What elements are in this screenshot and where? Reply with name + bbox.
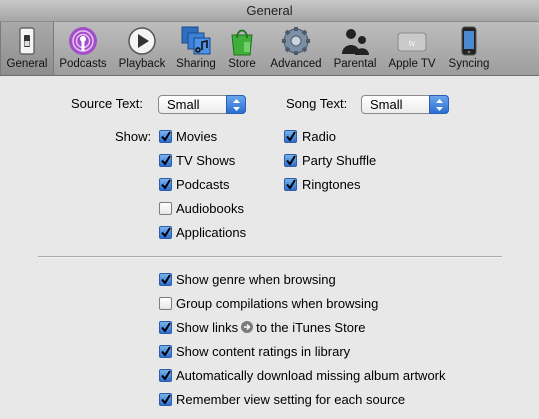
general-switch-icon <box>19 27 35 55</box>
svg-text:tv: tv <box>409 39 415 48</box>
content-ratings-checkbox[interactable] <box>159 345 172 358</box>
apple-tv-icon: tv <box>397 32 427 52</box>
source-text-value: Small <box>167 97 200 112</box>
tab-parental[interactable]: Parental <box>329 22 381 75</box>
applications-checkbox[interactable] <box>159 226 172 239</box>
show-links-checkbox[interactable] <box>159 321 172 334</box>
sharing-icon <box>181 26 211 55</box>
tab-general[interactable]: General <box>0 22 54 75</box>
tab-general-label: General <box>6 58 48 70</box>
ringtones-label: Ringtones <box>302 177 361 192</box>
source-text-label: Source Text: <box>71 96 144 111</box>
tv-shows-checkbox[interactable] <box>159 154 172 167</box>
song-text-value: Small <box>370 97 403 112</box>
podcasts-checkbox[interactable] <box>159 178 172 191</box>
remember-view-checkbox[interactable] <box>159 393 172 406</box>
song-text-label: Song Text: <box>286 96 348 111</box>
store-bag-icon <box>231 29 253 56</box>
content-ratings-label: Show content ratings in library <box>176 344 351 359</box>
tab-advanced[interactable]: Advanced <box>265 22 327 75</box>
itunes-store-text: to the iTunes Store <box>256 320 366 335</box>
movies-label: Movies <box>176 129 218 144</box>
arrow-link-icon <box>241 321 254 333</box>
applications-label: Applications <box>176 225 247 240</box>
tab-store-label: Store <box>228 58 256 70</box>
iphone-icon <box>461 26 477 56</box>
gear-icon <box>282 27 310 55</box>
tab-syncing[interactable]: Syncing <box>443 22 495 75</box>
song-text-popup[interactable]: Small <box>361 95 449 114</box>
preferences-toolbar: General Podcasts Playback Sharing Store … <box>0 22 539 76</box>
show-links-label: Show links to the iTunes Store <box>176 320 366 335</box>
tab-store[interactable]: Store <box>221 22 263 75</box>
source-text-popup[interactable]: Small <box>158 95 246 114</box>
download-artwork-label: Automatically download missing album art… <box>176 368 446 383</box>
radio-checkbox[interactable] <box>284 130 297 143</box>
show-genre-label: Show genre when browsing <box>176 272 336 287</box>
tab-sharing-label: Sharing <box>176 58 216 70</box>
popup-arrows-icon <box>429 95 449 114</box>
remember-view-label: Remember view setting for each source <box>176 392 406 407</box>
movies-checkbox[interactable] <box>159 130 172 143</box>
tab-playback-label: Playback <box>118 58 166 70</box>
show-links-text: Show links <box>176 320 239 335</box>
tab-playback[interactable]: Playback <box>113 22 171 75</box>
ringtones-checkbox[interactable] <box>284 178 297 191</box>
tab-sharing[interactable]: Sharing <box>173 22 219 75</box>
tab-advanced-label: Advanced <box>270 58 322 70</box>
playback-icon <box>128 27 156 55</box>
podcasts-icon <box>69 27 97 55</box>
window-title: General <box>0 0 539 22</box>
tab-apple-tv[interactable]: tv Apple TV <box>383 22 441 75</box>
tab-apple-tv-label: Apple TV <box>388 58 436 70</box>
show-genre-checkbox[interactable] <box>159 273 172 286</box>
show-label: Show: <box>115 129 152 144</box>
popup-arrows-icon <box>226 95 246 114</box>
tv-shows-label: TV Shows <box>176 153 236 168</box>
radio-label: Radio <box>302 129 336 144</box>
tab-syncing-label: Syncing <box>448 58 490 70</box>
parental-icon <box>342 29 369 55</box>
audiobooks-label: Audiobooks <box>176 201 244 216</box>
group-compilations-label: Group compilations when browsing <box>176 296 379 311</box>
tab-podcasts-label: Podcasts <box>59 58 107 70</box>
section-divider <box>38 256 502 257</box>
download-artwork-checkbox[interactable] <box>159 369 172 382</box>
tab-parental-label: Parental <box>333 58 377 70</box>
tab-podcasts[interactable]: Podcasts <box>55 22 111 75</box>
party-shuffle-label: Party Shuffle <box>302 153 377 168</box>
podcasts-label: Podcasts <box>176 177 230 192</box>
party-shuffle-checkbox[interactable] <box>284 154 297 167</box>
audiobooks-checkbox[interactable] <box>159 202 172 215</box>
group-compilations-checkbox[interactable] <box>159 297 172 310</box>
